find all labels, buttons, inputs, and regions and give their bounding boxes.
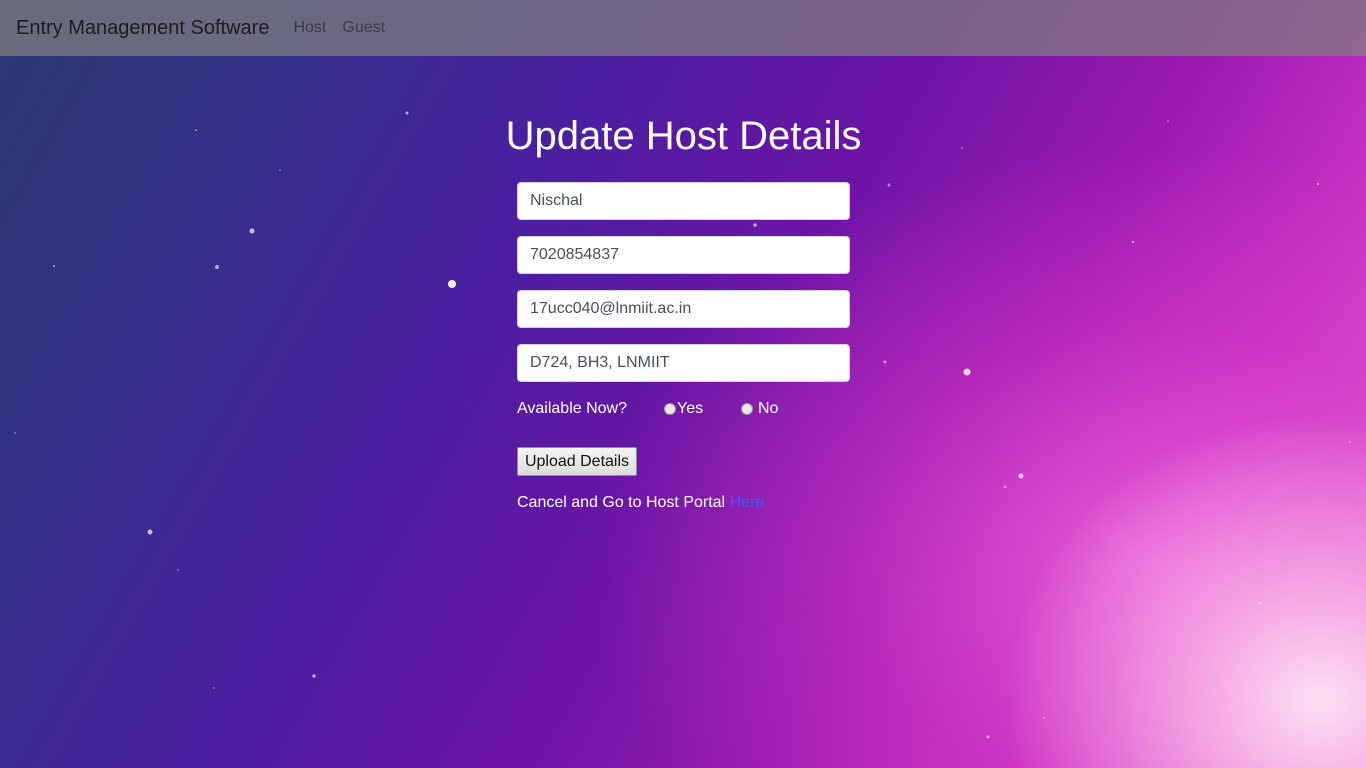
- host-portal-link[interactable]: Here: [730, 494, 765, 511]
- available-yes-label[interactable]: Yes: [677, 400, 703, 418]
- availability-label: Available Now?: [517, 400, 627, 417]
- navbar-brand[interactable]: Entry Management Software: [16, 17, 269, 40]
- available-yes-radio[interactable]: [664, 403, 676, 415]
- name-field[interactable]: [517, 182, 850, 220]
- upload-details-button[interactable]: Upload Details: [517, 447, 637, 476]
- top-navbar: Entry Management Software Host Guest: [0, 0, 1366, 56]
- nav-link-guest[interactable]: Guest: [342, 19, 385, 37]
- email-field[interactable]: [517, 290, 850, 328]
- page-title: Update Host Details: [505, 114, 862, 158]
- cancel-text: Cancel and Go to Host Portal: [517, 494, 730, 511]
- address-field[interactable]: [517, 344, 850, 382]
- nav-link-host[interactable]: Host: [293, 19, 326, 37]
- availability-row: Available Now? Yes No: [517, 400, 850, 420]
- cancel-row: Cancel and Go to Host Portal Here: [517, 494, 764, 512]
- available-no-label[interactable]: No: [758, 400, 778, 418]
- available-no-radio[interactable]: [741, 403, 753, 415]
- phone-field[interactable]: [517, 236, 850, 274]
